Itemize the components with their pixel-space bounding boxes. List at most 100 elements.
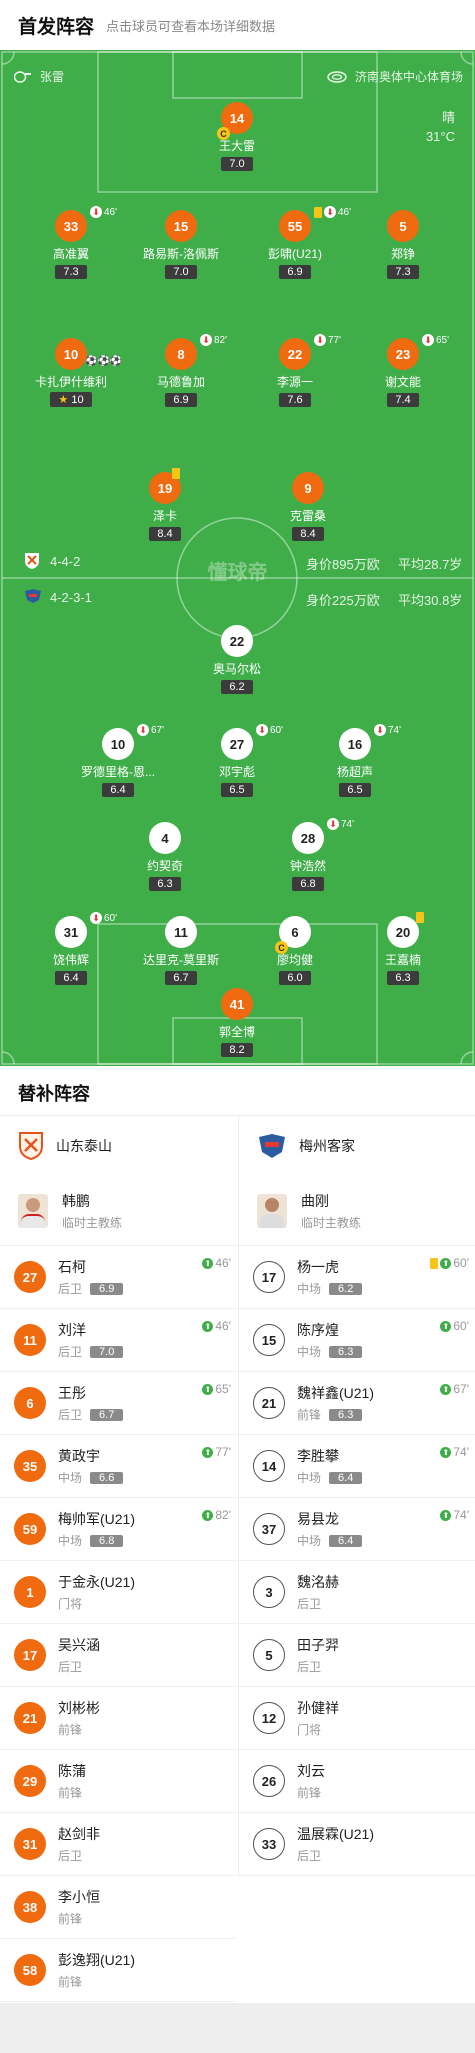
home-player-15[interactable]: 15 路易斯-洛佩斯 7.0 bbox=[126, 210, 236, 280]
shirt-number: 6 bbox=[14, 1387, 46, 1419]
away-player-31[interactable]: 31 ⬇ 60' 饶伟辉 6.4 bbox=[16, 912, 126, 986]
sub-player-row[interactable]: 11 刘洋 后卫 7.0 ⬆ 46' bbox=[0, 1309, 237, 1372]
player-rating: 8.2 bbox=[221, 1043, 253, 1057]
sub-player-row[interactable]: 31 赵剑非 后卫 bbox=[0, 1813, 237, 1876]
away-player-11[interactable]: 11 达里克-莫里斯 6.7 bbox=[126, 916, 236, 986]
venue-name: 济南奥体中心体育场 bbox=[354, 70, 463, 84]
player-rating: 6.8 bbox=[90, 1534, 124, 1547]
away-player-20[interactable]: 20 王嘉楠 6.3 bbox=[348, 912, 458, 986]
sub-player-row[interactable]: 37 易县龙 中场 6.4 ⬆ 74' bbox=[239, 1498, 475, 1561]
player-name: 泽卡 bbox=[152, 509, 177, 523]
shirt-number: 31 bbox=[55, 916, 87, 948]
yellow-card-icon bbox=[430, 1257, 439, 1269]
sub-player-row[interactable]: 21 魏祥鑫(U21) 前锋 6.3 ⬆ 67' bbox=[239, 1372, 475, 1435]
home-player-9[interactable]: 9 克雷桑 8.4 bbox=[253, 472, 363, 542]
player-name: 陈蒲 bbox=[58, 1763, 86, 1779]
shirt-number: 55 bbox=[279, 210, 311, 242]
sub-player-row[interactable]: 5 田子羿 后卫 bbox=[239, 1624, 475, 1687]
home-player-22[interactable]: 22 ⬇ 77' 李源一 7.6 bbox=[240, 334, 350, 408]
home-team-crest-icon bbox=[19, 1132, 43, 1161]
shirt-number: 14 bbox=[253, 1450, 285, 1482]
sub-player-row[interactable]: 58 彭逸翔(U21) 前锋 bbox=[0, 1939, 237, 2002]
player-name: 杨一虎 bbox=[297, 1259, 339, 1275]
shirt-number: 11 bbox=[165, 916, 197, 948]
sub-player-row[interactable]: 27 石柯 后卫 6.9 ⬆ 46' bbox=[0, 1246, 237, 1309]
player-name: 魏祥鑫(U21) bbox=[297, 1385, 375, 1401]
sub-off-icon: ⬇ bbox=[314, 334, 326, 346]
sub-player-row[interactable]: 17 杨一虎 中场 6.2 ⬆ 60' bbox=[239, 1246, 475, 1309]
player-rating: 8.4 bbox=[149, 527, 181, 541]
shirt-number: 22 bbox=[221, 625, 253, 657]
sub-player-row[interactable]: 21 刘彬彬 前锋 bbox=[0, 1687, 237, 1750]
player-rating: 6.6 bbox=[90, 1471, 124, 1484]
shirt-number: 59 bbox=[14, 1513, 46, 1545]
player-rating: 6.9 bbox=[90, 1282, 124, 1295]
coach-role: 临时主教练 bbox=[301, 1215, 362, 1230]
home-player-33[interactable]: 33 ⬇ 46' 高准翼 7.3 bbox=[16, 206, 126, 280]
sub-player-row[interactable]: 6 王彤 后卫 6.7 ⬆ 65' bbox=[0, 1372, 237, 1435]
away-player-6[interactable]: 6C 廖均健 6.0 bbox=[240, 916, 350, 986]
sub-in-icon: ⬆ bbox=[440, 1383, 452, 1395]
sub-player-row[interactable]: 12 孙健祥 门将 bbox=[239, 1687, 475, 1750]
shirt-number: 27 bbox=[14, 1261, 46, 1293]
home-team-header[interactable]: 山东泰山 bbox=[0, 1116, 237, 1176]
away-player-28[interactable]: 28 ⬇ 74' 钟浩然 6.8 bbox=[253, 818, 363, 892]
away-team-header[interactable]: 梅州客家 bbox=[239, 1116, 475, 1176]
sub-in: ⬆ 46' bbox=[202, 1256, 231, 1270]
player-rating: 6.7 bbox=[90, 1408, 124, 1421]
away-player-16[interactable]: 16 ⬇ 74' 杨超声 6.5 bbox=[300, 724, 410, 798]
shirt-number: 15 bbox=[253, 1324, 285, 1356]
sub-player-row[interactable]: 38 李小恒 前锋 bbox=[0, 1876, 237, 1939]
sub-player-row[interactable]: 3 魏洺赫 后卫 bbox=[239, 1561, 475, 1624]
sub-player-row[interactable]: 33 温展霖(U21) 后卫 bbox=[239, 1813, 475, 1876]
sub-in: ⬆ 46' bbox=[202, 1319, 231, 1333]
home-player-5[interactable]: 5 郑铮 7.3 bbox=[348, 210, 458, 280]
home-value: 身价895万欧 bbox=[306, 557, 380, 572]
yellow-card-icon bbox=[416, 912, 424, 923]
sub-in-icon: ⬆ bbox=[202, 1446, 214, 1458]
player-name: 李源一 bbox=[276, 375, 313, 389]
sub-player-row[interactable]: 15 陈序煌 中场 6.3 ⬆ 60' bbox=[239, 1309, 475, 1372]
sub-player-row[interactable]: 35 黄政宇 中场 6.6 ⬆ 77' bbox=[0, 1435, 237, 1498]
sub-in-icon: ⬆ bbox=[202, 1383, 214, 1395]
home-player-55[interactable]: 55 ⬇ 46' 彭啸(U21) 6.9 bbox=[240, 206, 351, 280]
home-coach[interactable]: 韩鹏 临时主教练 bbox=[0, 1176, 237, 1246]
player-position: 前锋 bbox=[58, 1723, 83, 1737]
home-player-10[interactable]: 10 ⚽⚽⚽ 卡扎伊什维利 ★ 10 bbox=[16, 338, 126, 408]
away-team-summary[interactable]: 4-2-3-1 身价225万欧 平均30.8岁 bbox=[0, 584, 475, 612]
sub-player-row[interactable]: 26 刘云 前锋 bbox=[239, 1750, 475, 1813]
away-player-4[interactable]: 4 约契奇 6.3 bbox=[110, 822, 220, 892]
sub-off: ⬇ 60' bbox=[256, 724, 283, 736]
home-player-14[interactable]: 14 C 王大雷 7.0 bbox=[182, 102, 292, 172]
sub-in: ⬆ 60' bbox=[430, 1256, 469, 1270]
whistle-icon bbox=[14, 70, 31, 83]
player-name: 谢文能 bbox=[384, 375, 421, 389]
away-player-22[interactable]: 22 奥马尔松 6.2 bbox=[182, 625, 292, 695]
pitch: 张雷 济南奥体中心体育场 晴 31°C 懂球帝 4-4-2 身价895万欧 平均… bbox=[0, 50, 475, 1066]
away-coach[interactable]: 曲刚 临时主教练 bbox=[239, 1176, 475, 1246]
player-name: 李小恒 bbox=[58, 1889, 100, 1905]
away-player-41[interactable]: 41 郭全博 8.2 bbox=[182, 988, 292, 1058]
player-position: 后卫 bbox=[297, 1597, 322, 1611]
player-rating: 6.3 bbox=[149, 877, 181, 891]
coach-avatar bbox=[18, 1193, 48, 1228]
goals: ⚽⚽⚽ bbox=[84, 356, 122, 367]
sub-player-row[interactable]: 59 梅帅军(U21) 中场 6.8 ⬆ 82' bbox=[0, 1498, 237, 1561]
player-rating: 8.4 bbox=[292, 527, 324, 541]
away-player-10[interactable]: 10 ⬇ 67' 罗德里格-恩... 6.4 bbox=[63, 724, 173, 798]
sub-player-row[interactable]: 17 吴兴涵 后卫 bbox=[0, 1624, 237, 1687]
player-name: 饶伟辉 bbox=[52, 953, 89, 967]
home-team-summary[interactable]: 4-4-2 身价895万欧 平均28.7岁 bbox=[0, 548, 475, 576]
sub-player-row[interactable]: 1 于金永(U21) 门将 bbox=[0, 1561, 237, 1624]
sub-player-row[interactable]: 29 陈蒲 前锋 bbox=[0, 1750, 237, 1813]
player-name: 易县龙 bbox=[297, 1511, 339, 1527]
shirt-number: 4 bbox=[149, 822, 181, 854]
sub-player-row[interactable]: 14 李胜攀 中场 6.4 ⬆ 74' bbox=[239, 1435, 475, 1498]
player-name: 郑铮 bbox=[390, 247, 415, 261]
home-player-19[interactable]: 19 泽卡 8.4 bbox=[110, 468, 220, 542]
player-position: 前锋 6.3 bbox=[297, 1406, 374, 1423]
home-player-8[interactable]: 8 ⬇ 82' 马德鲁加 6.9 bbox=[126, 334, 236, 408]
home-player-23[interactable]: 23 ⬇ 65' 谢文能 7.4 bbox=[348, 334, 458, 408]
away-player-27[interactable]: 27 ⬇ 60' 邓宇彪 6.5 bbox=[182, 724, 292, 798]
player-rating: 6.5 bbox=[339, 783, 371, 797]
